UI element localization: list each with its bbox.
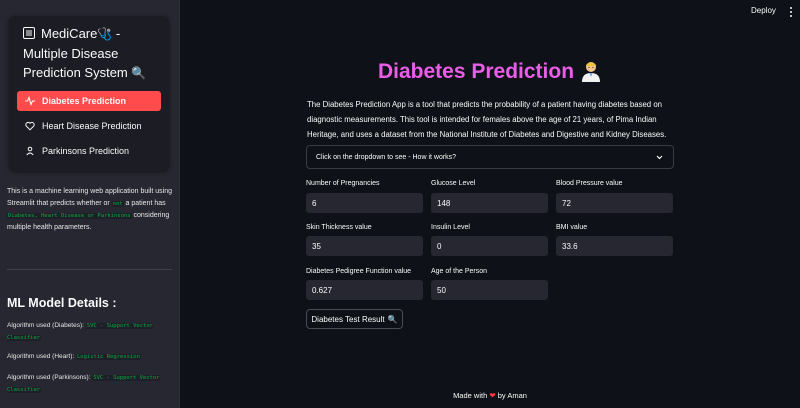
- person-icon: [26, 146, 34, 156]
- input-blood-pressure[interactable]: 72: [556, 193, 673, 213]
- app-description: This is a machine learning web applicati…: [7, 186, 172, 234]
- algorithm-diabetes: Algorithm used (Diabetes): SVC - Support…: [7, 320, 175, 344]
- chevron-down-icon: [656, 155, 663, 160]
- nav-item-parkinsons[interactable]: Parkinsons Prediction: [17, 141, 161, 161]
- diabetes-test-result-button[interactable]: Diabetes Test Result 🔍: [306, 309, 403, 329]
- nav-menu-card: MediCare🩺 - Multiple Disease Prediction …: [9, 16, 169, 171]
- footer-author: by Aman: [497, 391, 527, 400]
- ml-details-heading: ML Model Details :: [7, 296, 117, 310]
- nav-item-diabetes[interactable]: Diabetes Prediction: [17, 91, 161, 111]
- page-title-text: Diabetes Prediction: [377, 60, 575, 83]
- label-pedigree: Diabetes Pedigree Function value: [306, 268, 412, 275]
- app-title-line2: Multiple Disease: [23, 46, 119, 61]
- magnifier-icon: 🔍: [131, 66, 147, 80]
- algorithm-label: Algorithm used (Diabetes):: [7, 322, 86, 329]
- label-bmi: BMI value: [556, 224, 588, 231]
- nav-item-label: Diabetes Prediction: [42, 96, 127, 106]
- intro-paragraph: The Diabetes Prediction App is a tool th…: [307, 100, 667, 139]
- algorithm-label: Algorithm used (Heart):: [7, 353, 76, 360]
- algorithm-label: Algorithm used (Parkinsons):: [7, 374, 93, 381]
- app-title: MediCare🩺 - Multiple Disease Prediction …: [23, 26, 147, 80]
- input-pedigree[interactable]: 0.627: [306, 280, 423, 300]
- footer: Made with ❤ by Aman: [300, 391, 680, 400]
- input-insulin[interactable]: 0: [431, 236, 548, 256]
- app-title-line1: MediCare: [41, 26, 98, 41]
- label-glucose: Glucose Level: [431, 180, 476, 187]
- sidebar: MediCare🩺 - Multiple Disease Prediction …: [0, 0, 180, 408]
- how-it-works-expander[interactable]: Click on the dropdown to see - How it wo…: [306, 145, 674, 169]
- input-glucose[interactable]: 148: [431, 193, 548, 213]
- label-age: Age of the Person: [431, 268, 488, 275]
- doctor-icon: [582, 62, 601, 82]
- expander-label: Click on the dropdown to see - How it wo…: [316, 153, 457, 161]
- kebab-menu-icon[interactable]: [788, 6, 794, 18]
- code-not: not: [111, 201, 124, 207]
- page-title: Diabetes Prediction: [300, 60, 680, 84]
- magnifier-icon: 🔍: [387, 314, 398, 324]
- activity-icon: [25, 96, 35, 106]
- nav-item-label: Parkinsons Prediction: [42, 146, 130, 156]
- stethoscope-icon: 🩺: [97, 27, 113, 41]
- heart-icon: [25, 121, 35, 131]
- algorithm-heart: Algorithm used (Heart): Logistic Regress…: [7, 351, 175, 363]
- label-blood-pressure: Blood Pressure value: [556, 180, 623, 187]
- nav-item-heart[interactable]: Heart Disease Prediction: [17, 116, 161, 136]
- label-skin-thickness: Skin Thickness value: [306, 224, 372, 231]
- input-skin-thickness[interactable]: 35: [306, 236, 423, 256]
- input-bmi[interactable]: 33.6: [556, 236, 673, 256]
- label-insulin: Insulin Level: [431, 224, 470, 231]
- list-icon: [23, 27, 35, 39]
- input-pregnancies[interactable]: 6: [306, 193, 423, 213]
- sidebar-divider: [7, 269, 172, 270]
- description-text: a patient has: [123, 200, 166, 207]
- app-title-line3: Prediction System: [23, 65, 128, 80]
- algorithm-value: Logistic Regression: [76, 354, 141, 360]
- button-label: Diabetes Test Result: [311, 314, 385, 324]
- heart-icon: ❤: [489, 391, 496, 400]
- input-age[interactable]: 50: [431, 280, 548, 300]
- footer-made-with: Made with: [453, 391, 488, 400]
- nav-item-label: Heart Disease Prediction: [42, 121, 142, 131]
- code-diseases: Diabetes, Heart Disease or Parkinsons: [7, 213, 132, 219]
- algorithm-parkinsons: Algorithm used (Parkinsons): SVC - Suppo…: [7, 372, 175, 396]
- label-pregnancies: Number of Pregnancies: [306, 180, 380, 187]
- deploy-button[interactable]: Deploy: [751, 6, 776, 15]
